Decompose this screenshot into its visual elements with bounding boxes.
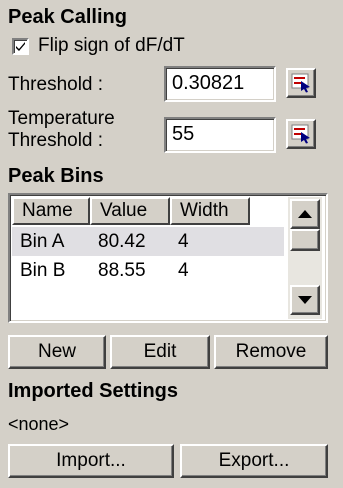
peak-calling-title: Peak Calling <box>8 6 127 28</box>
cell-name: Bin B <box>20 260 66 281</box>
flip-sign-checkbox[interactable] <box>12 38 29 55</box>
edit-bin-button[interactable]: Edit <box>110 335 210 369</box>
imported-settings-title: Imported Settings <box>8 380 179 402</box>
arrow-down-icon <box>298 296 312 304</box>
threshold-label: Threshold : <box>8 74 104 95</box>
cell-value: 80.42 <box>98 231 146 252</box>
table-row[interactable]: Bin B 88.55 4 <box>12 256 284 285</box>
column-header-value[interactable]: Value <box>90 197 170 225</box>
cell-width: 4 <box>178 260 189 281</box>
import-button[interactable]: Import... <box>8 444 174 478</box>
temperature-threshold-label: Temperature Threshold : <box>8 108 115 152</box>
table-row[interactable]: Bin A 80.42 4 <box>12 227 284 256</box>
cell-name: Bin A <box>20 231 65 252</box>
temperature-threshold-input[interactable]: 55 <box>164 117 276 153</box>
column-header-width[interactable]: Width <box>170 197 250 225</box>
scroll-up-button[interactable] <box>290 199 320 229</box>
cell-width: 4 <box>178 231 189 252</box>
peak-bins-table[interactable]: Name Value Width Bin A 80.42 4 Bin B 88.… <box>8 193 328 323</box>
table-header: Name Value Width <box>12 197 282 225</box>
threshold-input[interactable]: 0.30821 <box>164 66 276 102</box>
scroll-down-button[interactable] <box>290 285 320 315</box>
scroll-thumb[interactable] <box>290 229 320 251</box>
temperature-threshold-label-line-2: Threshold : <box>8 130 104 151</box>
threshold-pick-button[interactable] <box>286 68 316 98</box>
temperature-threshold-pick-button[interactable] <box>286 119 316 149</box>
flip-sign-label: Flip sign of dF/dT <box>38 35 185 56</box>
export-button[interactable]: Export... <box>180 444 328 478</box>
checkmark-icon <box>16 42 25 51</box>
table-body: Bin A 80.42 4 Bin B 88.55 4 <box>12 227 284 285</box>
remove-bin-button[interactable]: Remove <box>214 335 328 369</box>
column-header-name[interactable]: Name <box>12 197 90 225</box>
peak-bins-title: Peak Bins <box>8 165 104 187</box>
new-bin-button[interactable]: New <box>8 335 106 369</box>
temperature-threshold-label-line-1: Temperature <box>8 108 115 129</box>
cell-value: 88.55 <box>98 260 146 281</box>
vertical-scrollbar[interactable] <box>288 197 322 319</box>
arrow-up-icon <box>298 210 312 218</box>
imported-settings-value: <none> <box>8 414 70 434</box>
pick-peak-icon <box>291 73 310 93</box>
pick-peak-icon <box>291 124 310 144</box>
